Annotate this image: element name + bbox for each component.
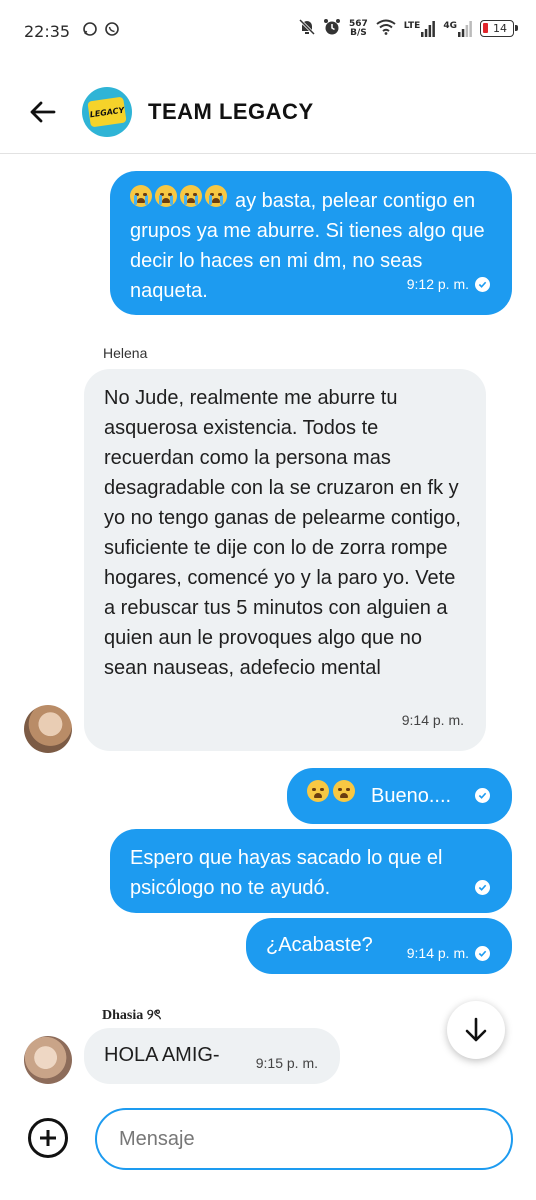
crying-face-emoji [155,185,177,207]
message-text: Espero que hayas sacado lo que el psicól… [130,847,443,899]
sender-name: Dhasia ୨ৎ [102,1008,162,1023]
wifi-icon [376,19,396,38]
status-time: 22:35 [24,21,71,41]
message-text: No Jude, realmente me aburre tu asqueros… [104,387,461,679]
weary-face-emoji [333,780,355,802]
crying-face-emoji [205,185,227,207]
lte-label: LTE [403,20,421,31]
message-text: Bueno.... [371,785,452,807]
whatsapp-icon [104,21,120,41]
weary-emoji-group [307,780,357,802]
status-right: 567 B/S LTE 4G 14 [298,18,518,39]
group-title[interactable]: TEAM LEGACY [148,99,314,125]
4g-label: 4G [443,20,457,31]
battery-icon: 14 [480,20,518,37]
message-meta: 9:15 p. m. [256,1048,318,1078]
group-avatar[interactable]: LEGACY [82,86,132,137]
message-bubble-outgoing[interactable]: Bueno.... [287,768,512,824]
group-logo-text: LEGACY [89,104,125,119]
message-meta: 9:12 p. m. [407,269,490,299]
chat-header: LEGACY TEAM LEGACY [0,70,536,154]
message-bubble-outgoing[interactable]: ¿Acabaste? 9:14 p. m. [246,918,512,974]
message-time: 9:14 p. m. [401,712,464,728]
group-logo: LEGACY [87,96,127,127]
chat-thread[interactable]: ay basta, pelear contigo en grupos ya me… [0,155,536,1084]
signal-bars-icon [421,20,436,37]
message-bubble-incoming[interactable]: No Jude, realmente me aburre tu asqueros… [84,369,486,751]
message-composer [0,1100,536,1180]
back-button[interactable] [22,92,62,132]
message-time: 9:12 p. m. [406,276,469,292]
plus-icon [40,1130,56,1146]
message-meta: 9:14 p. m. [407,938,490,968]
status-bar: 22:35 567 B/S LTE 4G 14 [0,0,536,62]
lte-signal: LTE [403,20,436,37]
avatar[interactable] [24,705,72,753]
mute-icon [298,18,316,39]
message-time: 9:14 p. m. [406,945,469,961]
message-bubble-incoming[interactable]: HOLA AMIG- 9:15 p. m. [84,1028,340,1084]
message-input[interactable] [95,1108,513,1170]
battery-level: 14 [493,22,507,35]
scroll-to-bottom-button[interactable] [447,1001,505,1059]
message-bubble-outgoing[interactable]: ay basta, pelear contigo en grupos ya me… [110,171,512,315]
message-text: ¿Acabaste? [266,934,373,956]
message-time: 9:15 p. m. [255,1055,318,1071]
read-check-icon [475,276,490,292]
message-text: HOLA AMIG- [104,1044,220,1066]
add-attachment-button[interactable] [28,1118,68,1158]
signal-bars-icon [458,20,472,37]
crying-face-emoji [180,185,202,207]
chat-bubble-icon [82,21,98,41]
message-bubble-outgoing[interactable]: Espero que hayas sacado lo que el psicól… [110,829,512,913]
net-speed: 567 B/S [349,19,368,38]
sender-name: Helena [103,345,148,361]
message-meta: 9:14 p. m. [402,705,464,735]
read-check-icon [475,788,490,803]
arrow-left-icon [30,101,56,122]
alarm-icon [323,18,341,39]
weary-face-emoji [307,780,329,802]
arrow-down-icon [465,1017,487,1042]
status-left-icons [82,21,120,41]
read-check-icon [475,880,490,895]
avatar[interactable] [24,1036,72,1084]
4g-signal: 4G [443,20,472,37]
crying-emoji-group [130,185,229,207]
net-speed-unit: B/S [350,27,367,38]
read-check-icon [475,945,490,961]
crying-face-emoji [130,185,152,207]
